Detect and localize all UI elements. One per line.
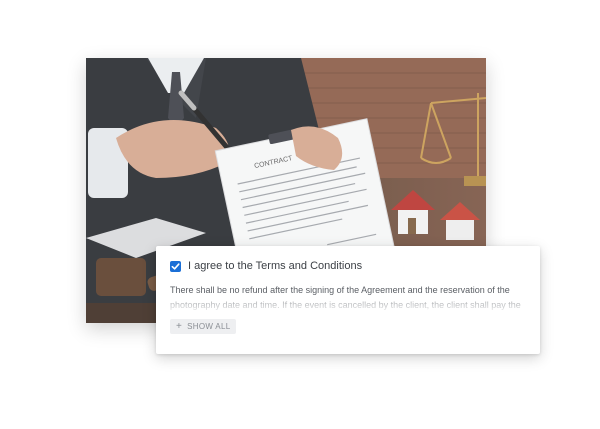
terms-text: There shall be no refund after the signi… — [170, 285, 521, 310]
terms-preview: There shall be no refund after the signi… — [170, 283, 526, 313]
page: CONTRACT I agree to the Terms and Condit… — [0, 0, 600, 429]
agree-label[interactable]: I agree to the Terms and Conditions — [188, 260, 362, 272]
show-all-button[interactable]: + SHOW ALL — [170, 319, 237, 334]
agree-row[interactable]: I agree to the Terms and Conditions — [170, 258, 526, 274]
agree-checkbox[interactable] — [170, 260, 181, 272]
terms-card: I agree to the Terms and Conditions Ther… — [156, 246, 540, 354]
plus-icon: + — [176, 320, 183, 332]
show-all-label: SHOW ALL — [187, 322, 231, 331]
checkmark-icon — [171, 262, 180, 270]
